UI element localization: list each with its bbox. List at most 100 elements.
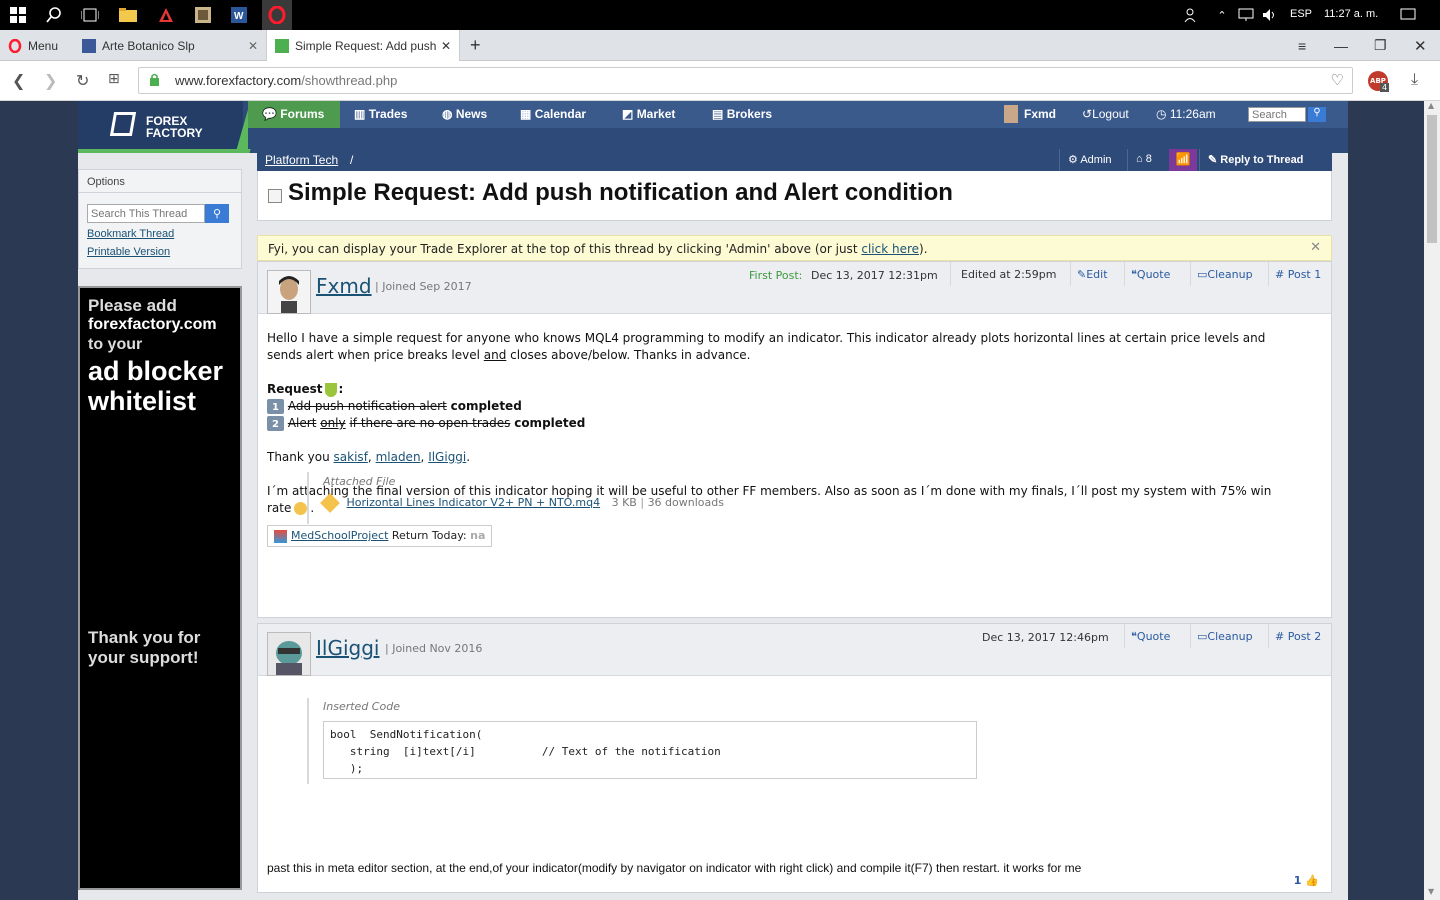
like-button[interactable]: 1 👍 — [1294, 874, 1319, 887]
cleanup-label: Cleanup — [1207, 268, 1253, 281]
windows-taskbar: W ⌃ ESP 11:27 a. m. — [0, 0, 1440, 30]
thread-search-input[interactable] — [87, 204, 205, 223]
breadcrumb-platform-tech[interactable]: Platform Tech — [265, 153, 338, 167]
forexfactory-logo[interactable]: FOREX FACTORY — [78, 101, 243, 153]
file-explorer-icon[interactable] — [118, 5, 138, 25]
scrollbar-thumb[interactable] — [1427, 115, 1437, 243]
edited-time: Edited at 2:59pm — [950, 262, 1057, 286]
heart-icon[interactable]: ♡ — [1331, 71, 1344, 89]
site-search-input[interactable] — [1248, 107, 1306, 122]
search-icon[interactable] — [44, 5, 64, 25]
admin-button[interactable]: ⚙ Admin — [1059, 149, 1120, 171]
tab-menu-icon[interactable]: ≡ — [1290, 30, 1306, 61]
signature-link[interactable]: MedSchoolProject — [291, 529, 388, 542]
tab-arte-botanico[interactable]: Arte Botanico Slp ✕ — [74, 30, 266, 61]
edit-label: Edit — [1086, 268, 1108, 281]
new-tab-button[interactable]: + — [462, 30, 492, 61]
clock[interactable]: 11:27 a. m. — [1324, 8, 1378, 20]
scroll-up-icon[interactable]: ▲ — [1428, 101, 1434, 110]
site-search-button[interactable]: ⚲ — [1308, 107, 1326, 122]
item-strike: Add push notification alert — [287, 399, 447, 413]
back-icon[interactable]: ❮ — [12, 71, 25, 90]
close-notice-icon[interactable]: ✕ — [1310, 240, 1321, 255]
nav-brokers[interactable]: ▤ Brokers — [712, 107, 772, 121]
close-tab-icon[interactable]: ✕ — [441, 39, 451, 53]
cleanup-button[interactable]: ▭Cleanup — [1190, 262, 1259, 286]
nav-time: ◷ 11:26am — [1156, 107, 1216, 121]
opera-menu-button[interactable]: Menu — [0, 30, 74, 61]
word-icon[interactable]: W — [229, 5, 249, 25]
nav-logout[interactable]: ↺Logout — [1082, 107, 1129, 121]
text-and: and — [483, 348, 507, 362]
post-username[interactable]: Fxmd — [316, 274, 372, 298]
language-indicator[interactable]: ESP — [1290, 8, 1312, 20]
subscribe-icon[interactable]: 📶 — [1169, 149, 1197, 171]
close-tab-icon[interactable]: ✕ — [248, 39, 258, 53]
post-header: IlGiggi | Joined Nov 2016 Dec 13, 2017 1… — [258, 624, 1331, 676]
nav-label: Forums — [280, 107, 325, 121]
file-warning-icon — [320, 493, 340, 513]
file-size: 3 KB — [611, 496, 637, 509]
quote-button[interactable]: ❝Quote — [1124, 262, 1176, 286]
nav-market[interactable]: ◩ Market — [622, 107, 675, 121]
post-number-link[interactable]: # Post 2 — [1268, 624, 1327, 648]
notifications-icon[interactable] — [1398, 5, 1418, 25]
forward-icon[interactable]: ❯ — [44, 71, 57, 90]
cleanup-button[interactable]: ▭Cleanup — [1190, 624, 1259, 648]
bookmark-thread-link[interactable]: Bookmark Thread — [87, 228, 174, 240]
logo-text-2: FACTORY — [146, 126, 203, 140]
tag-count-button[interactable]: ⌂ 8 — [1127, 149, 1160, 171]
app-red-triangle-icon[interactable] — [156, 5, 176, 25]
web-page: FOREX FACTORY 💬 Forums ▥ Trades ◍ News ▦… — [0, 101, 1424, 900]
nav-calendar[interactable]: ▦ Calendar — [520, 107, 586, 121]
avatar[interactable] — [267, 270, 311, 314]
chevron-up-icon[interactable]: ⌃ — [1212, 5, 1232, 25]
opera-taskbar-icon[interactable] — [262, 0, 292, 30]
post-2-text: past this in meta editor section, at the… — [267, 861, 1082, 875]
minimize-icon[interactable]: — — [1326, 30, 1348, 61]
divider — [79, 192, 241, 193]
nav-forums[interactable]: 💬 Forums — [262, 107, 324, 121]
windows-start-icon[interactable] — [8, 5, 28, 25]
user-link-mladen[interactable]: mladen — [376, 450, 421, 464]
thanks-line: Thank you sakisf, mladen, IlGiggi. — [267, 450, 471, 464]
url-input[interactable]: www.forexfactory.com/showthread.php ♡ — [138, 67, 1353, 94]
nav-trades[interactable]: ▥ Trades — [354, 107, 407, 121]
fyi-click-here-link[interactable]: click here — [861, 242, 919, 256]
quote-button[interactable]: ❝Quote — [1124, 624, 1176, 648]
restore-icon[interactable]: ❐ — [1366, 30, 1387, 61]
reload-icon[interactable]: ↻ — [76, 71, 89, 90]
lock-icon — [149, 73, 159, 86]
tab-label: Arte Botanico Slp — [102, 38, 195, 53]
user-link-sakisf[interactable]: sakisf — [334, 450, 368, 464]
post-number-link[interactable]: # Post 1 — [1268, 262, 1327, 286]
network-icon[interactable] — [1236, 5, 1256, 25]
ad-thanks-2: your support! — [88, 648, 199, 667]
browser-tab-bar: Menu Arte Botanico Slp ✕ Simple Request:… — [0, 30, 1440, 61]
user-link-ilgiggi[interactable]: IlGiggi — [428, 450, 466, 464]
page-scrollbar[interactable]: ▲ ▼ — [1424, 101, 1440, 900]
thread-search-button[interactable]: ⚲ — [205, 204, 229, 223]
user-avatar[interactable] — [1004, 105, 1018, 123]
nav-news[interactable]: ◍ News — [442, 107, 487, 121]
post-username[interactable]: IlGiggi — [316, 636, 379, 660]
printable-version-link[interactable]: Printable Version — [87, 246, 170, 258]
speed-dial-icon[interactable]: ⊞ — [108, 71, 120, 87]
download-icon[interactable]: ⤓ — [1411, 69, 1418, 89]
reply-to-thread-button[interactable]: ✎ Reply to Thread — [1199, 149, 1311, 171]
file-downloads: 36 downloads — [647, 496, 724, 509]
cleanup-icon: ▭ — [1197, 630, 1208, 643]
edit-button[interactable]: ✎Edit — [1070, 262, 1114, 286]
nav-user[interactable]: Fxmd — [1024, 107, 1056, 121]
app-photo-icon[interactable] — [193, 5, 213, 25]
close-window-icon[interactable]: ✕ — [1406, 30, 1427, 61]
scroll-down-icon[interactable]: ▼ — [1428, 887, 1434, 896]
attachment-link[interactable]: Horizontal Lines Indicator V2+ PN + NTO.… — [347, 496, 601, 509]
task-view-icon[interactable] — [80, 5, 100, 25]
people-icon[interactable] — [1182, 5, 1202, 25]
url-domain: www.forexfactory.com — [175, 73, 302, 88]
volume-icon[interactable] — [1260, 5, 1280, 25]
avatar[interactable] — [267, 632, 311, 676]
tab-simple-request[interactable]: Simple Request: Add push ✕ — [266, 30, 460, 61]
item-only: only — [320, 416, 346, 430]
